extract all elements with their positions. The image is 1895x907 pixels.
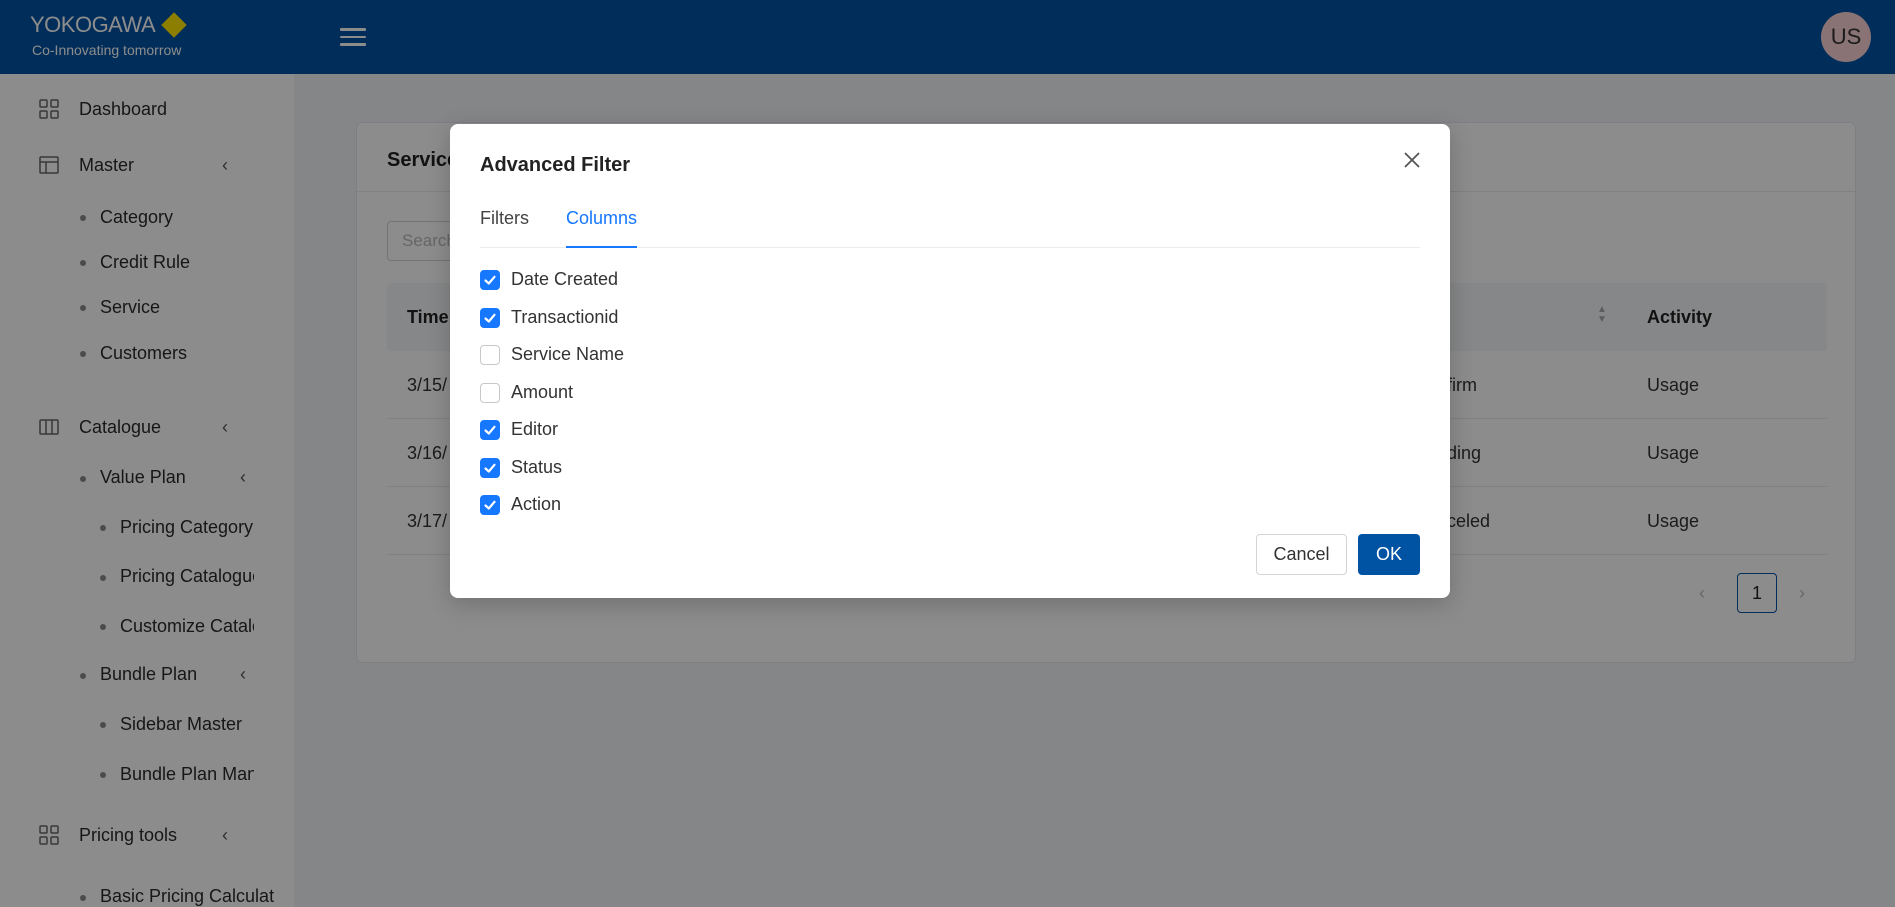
- column-option-label: Date Created: [511, 269, 619, 289]
- column-option-action[interactable]: Action: [480, 494, 561, 515]
- column-option-label: Status: [511, 457, 563, 477]
- checkbox-unchecked-icon[interactable]: [480, 382, 500, 403]
- advanced-filter-modal: Advanced Filter Filters Columns Date Cre…: [450, 124, 1450, 598]
- column-option-service-name[interactable]: Service Name: [480, 344, 624, 365]
- tab-filters[interactable]: Filters: [480, 208, 529, 248]
- column-option-status[interactable]: Status: [480, 457, 562, 478]
- modal-title: Advanced Filter: [480, 154, 631, 176]
- close-icon[interactable]: [1400, 148, 1424, 172]
- ok-button[interactable]: OK: [1358, 534, 1420, 575]
- tab-columns[interactable]: Columns: [566, 208, 638, 248]
- column-option-amount[interactable]: Amount: [480, 382, 573, 403]
- checkbox-checked-icon[interactable]: [480, 494, 500, 515]
- column-option-label: Transactionid: [511, 307, 619, 327]
- checkbox-checked-icon[interactable]: [480, 269, 500, 290]
- checkbox-checked-icon[interactable]: [480, 419, 500, 440]
- column-option-transactionid[interactable]: Transactionid: [480, 307, 618, 328]
- column-option-label: Action: [511, 494, 562, 514]
- column-option-label: Amount: [511, 382, 574, 402]
- checkbox-checked-icon[interactable]: [480, 307, 500, 328]
- column-option-date-created[interactable]: Date Created: [480, 269, 618, 290]
- column-option-label: Service Name: [511, 344, 625, 364]
- checkbox-checked-icon[interactable]: [480, 457, 500, 478]
- column-option-editor[interactable]: Editor: [480, 419, 558, 440]
- column-option-label: Editor: [511, 419, 559, 439]
- modal-tabs: Filters Columns: [480, 208, 1420, 248]
- cancel-button[interactable]: Cancel: [1256, 534, 1347, 575]
- checkbox-unchecked-icon[interactable]: [480, 344, 500, 365]
